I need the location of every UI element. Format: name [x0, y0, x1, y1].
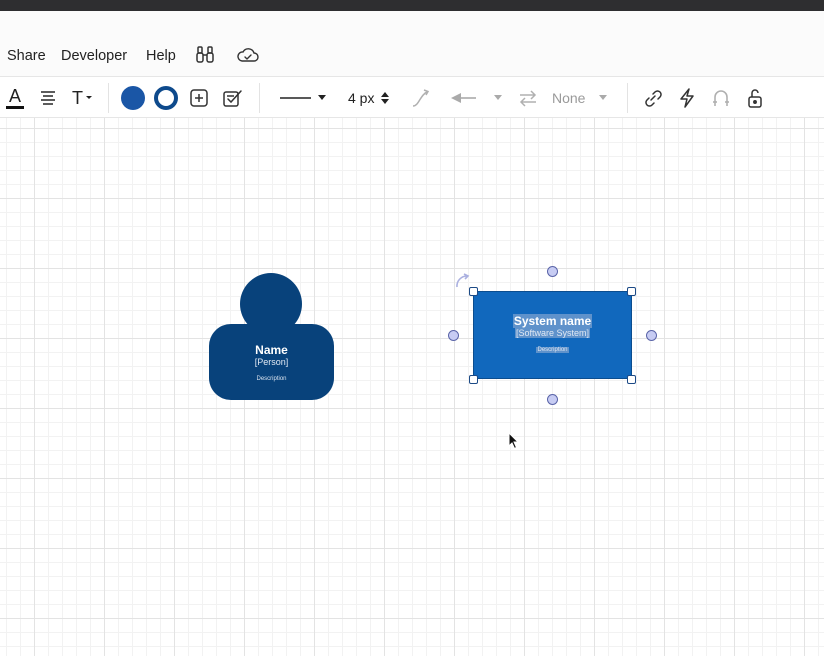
resize-handle-bottom-left[interactable]: [469, 375, 478, 384]
mouse-cursor-icon: [508, 431, 520, 450]
person-name-label: Name: [255, 343, 288, 357]
cloud-sync-icon[interactable]: [236, 44, 260, 68]
rotate-icon[interactable]: [454, 272, 472, 290]
link-icon[interactable]: [640, 85, 666, 111]
system-description-label: Description: [536, 347, 569, 353]
line-color-button[interactable]: [153, 85, 179, 111]
resize-handle-bottom-right[interactable]: [627, 375, 636, 384]
toolbar-divider: [259, 83, 260, 113]
toolbar-divider: [108, 83, 109, 113]
stroke-width-stepper[interactable]: 4 px: [348, 85, 398, 111]
formatting-toolbar: A T 4 px None: [0, 76, 824, 118]
person-type-label: [Person]: [254, 357, 289, 367]
arrow-start-dropdown[interactable]: [448, 85, 508, 111]
swap-arrows-icon[interactable]: [516, 85, 540, 111]
fill-color-button[interactable]: [120, 85, 146, 111]
menu-share[interactable]: Share: [7, 48, 46, 64]
text-align-icon[interactable]: [37, 85, 59, 111]
toolbar-divider: [627, 83, 628, 113]
menu-bar: Share Developer Help: [0, 11, 824, 76]
stroke-width-value: 4 px: [348, 90, 375, 106]
software-system-shape[interactable]: System name [Software System] Descriptio…: [473, 291, 632, 379]
curved-connector-icon[interactable]: [407, 85, 433, 111]
svg-text:A: A: [9, 86, 21, 106]
arrow-end-dropdown[interactable]: None: [552, 85, 612, 111]
connection-point-top[interactable]: [547, 266, 558, 277]
magnet-icon[interactable]: [708, 85, 734, 111]
menu-help[interactable]: Help: [146, 48, 176, 64]
window-title-bar: [0, 0, 824, 11]
lightning-icon[interactable]: [674, 85, 700, 111]
font-color-icon[interactable]: A: [4, 85, 26, 111]
line-style-dropdown[interactable]: [278, 85, 328, 111]
svg-text:T: T: [72, 88, 83, 108]
binoculars-icon[interactable]: [194, 44, 218, 68]
unlock-icon[interactable]: [742, 85, 768, 111]
menu-developer[interactable]: Developer: [61, 48, 127, 64]
arrow-end-value: None: [552, 90, 586, 106]
system-type-label: [Software System]: [514, 328, 591, 338]
connection-point-right[interactable]: [646, 330, 657, 341]
text-size-icon[interactable]: T: [70, 85, 96, 111]
resize-handle-top-right[interactable]: [627, 287, 636, 296]
diagram-canvas[interactable]: [0, 118, 824, 656]
system-name-label: System name: [512, 314, 593, 328]
connection-point-left[interactable]: [448, 330, 459, 341]
format-panel-icon[interactable]: [221, 85, 245, 111]
connection-point-bottom[interactable]: [547, 394, 558, 405]
person-shape[interactable]: Name [Person] Description: [209, 273, 334, 400]
person-description-label: Description: [256, 376, 287, 382]
shape-options-icon[interactable]: [187, 85, 211, 111]
